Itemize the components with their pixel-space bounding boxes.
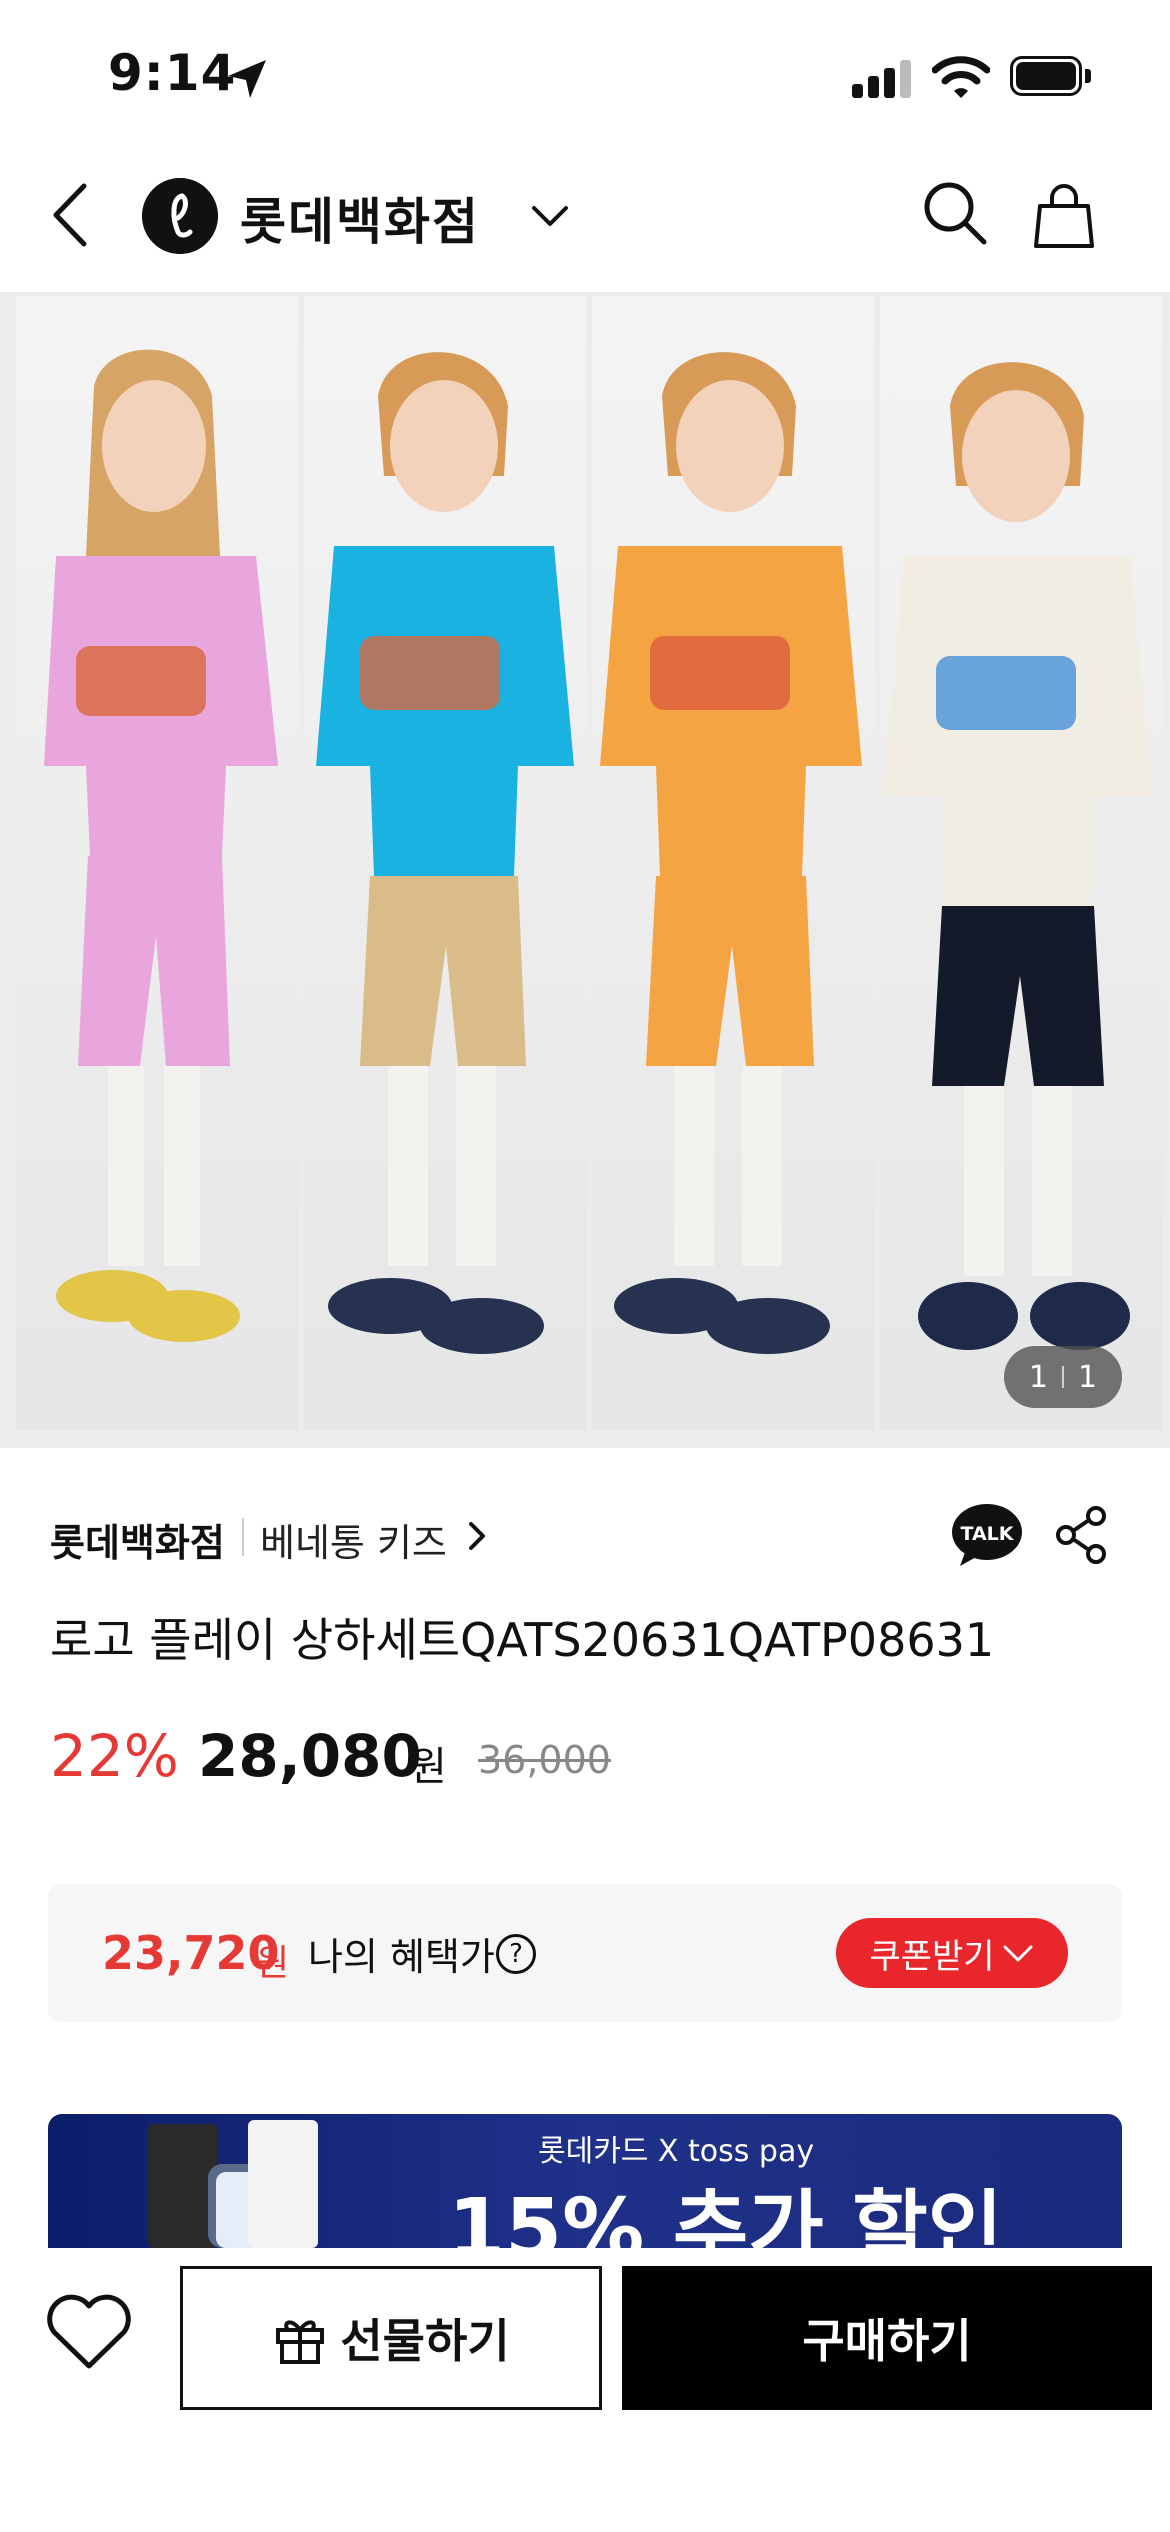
product-title: 로고 플레이 상하세트QATS20631QATP08631	[50, 1613, 995, 1667]
back-icon[interactable]	[46, 180, 96, 250]
location-arrow-icon	[228, 60, 266, 98]
card-illustration	[148, 2120, 318, 2248]
chevron-down-icon[interactable]	[528, 198, 572, 232]
original-price: 36,000	[478, 1738, 611, 1782]
wifi-icon	[932, 56, 990, 98]
benefit-label: 나의 혜택가	[308, 1935, 495, 1979]
price-unit: 원	[410, 1744, 447, 1790]
product-image[interactable]	[0, 292, 1170, 1448]
divider	[242, 1518, 244, 1556]
help-icon[interactable]: ?	[496, 1934, 536, 1974]
header-brand-title[interactable]: 롯데백화점	[240, 182, 480, 254]
gift-icon	[276, 2320, 325, 2364]
battery-icon	[1010, 56, 1092, 98]
image-counter: 1 1	[1004, 1346, 1122, 1408]
search-icon[interactable]	[920, 178, 990, 248]
benefit-price-unit: 원	[256, 1943, 290, 1984]
coupon-button[interactable]: 쿠폰받기	[836, 1918, 1068, 1988]
signal-icon	[852, 58, 912, 98]
product-photo-panel	[880, 296, 1162, 1430]
shopping-bag-icon[interactable]	[1034, 180, 1094, 250]
image-counter-current: 1	[1028, 1359, 1048, 1395]
gift-button[interactable]: 선물하기	[180, 2266, 602, 2410]
heart-icon[interactable]	[44, 2294, 134, 2374]
benefit-price: 23,720	[102, 1926, 280, 1980]
sale-price: 28,080	[198, 1722, 422, 1790]
brand-link[interactable]: 베네통 키즈	[260, 1512, 447, 1567]
status-time: 9:14	[108, 44, 237, 102]
banner-headline: 15% 추가 할인	[448, 2182, 1004, 2248]
product-photo-panel	[592, 296, 874, 1430]
product-photo-panel	[16, 296, 298, 1430]
chevron-down-icon	[1003, 1945, 1033, 1962]
chevron-right-icon[interactable]	[462, 1516, 492, 1556]
product-photo-panel	[304, 296, 586, 1430]
brand-logo[interactable]	[142, 178, 218, 254]
kakao-talk-icon[interactable]: TALK	[950, 1502, 1024, 1568]
svg-text:TALK: TALK	[960, 1523, 1014, 1545]
coupon-button-label: 쿠폰받기	[869, 1936, 995, 1977]
buy-button-label: 구매하기	[802, 2314, 972, 2368]
image-counter-divider	[1062, 1366, 1064, 1388]
discount-rate: 22%	[50, 1722, 179, 1790]
buy-button[interactable]: 구매하기	[622, 2266, 1152, 2410]
gift-button-label: 선물하기	[340, 2314, 510, 2368]
share-icon[interactable]	[1052, 1504, 1110, 1566]
image-counter-total: 1	[1078, 1359, 1098, 1395]
seller-name[interactable]: 롯데백화점	[50, 1512, 225, 1567]
